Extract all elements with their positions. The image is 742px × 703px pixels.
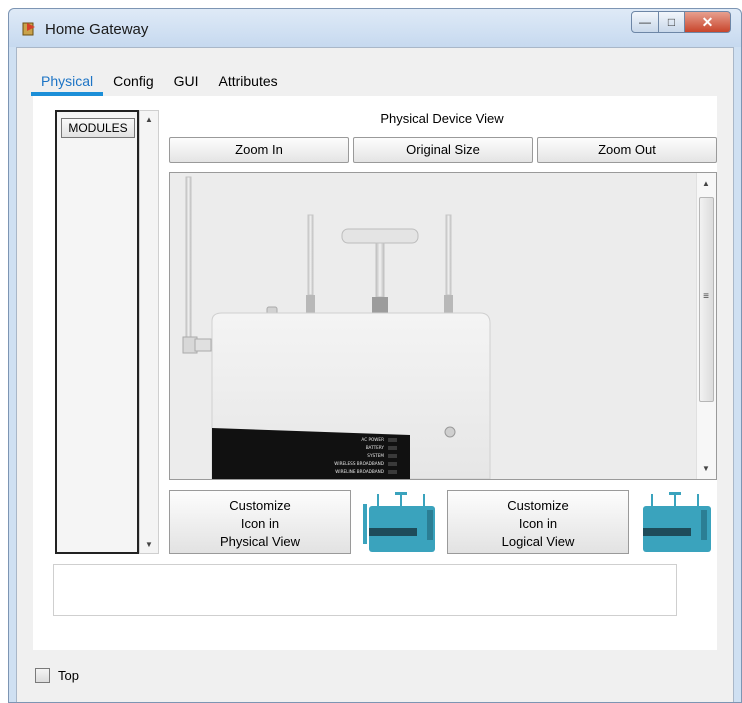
device-viewer[interactable]: AC POWER BATTERY SYSTEM WIRELESS BROADBA… [169, 172, 717, 480]
original-size-button[interactable]: Original Size [353, 137, 533, 163]
tab-gui[interactable]: GUI [164, 68, 209, 96]
physical-tab-panel: MODULES ▲ ▼ Physical Device View Zoom In… [33, 96, 717, 650]
device-label-wireless-broadband: WIRELESS BROADBAND [334, 461, 384, 466]
zoom-out-button[interactable]: Zoom Out [537, 137, 717, 163]
button-line: Physical View [220, 534, 300, 549]
app-icon [22, 22, 35, 36]
modules-list[interactable]: MODULES [55, 110, 139, 554]
device-label-system: SYSTEM [367, 453, 384, 458]
device-label-ac-power: AC POWER [361, 437, 384, 442]
button-line: Icon in [240, 516, 280, 531]
physical-device-view-title: Physical Device View [380, 111, 504, 126]
client-area: Physical Config GUI Attributes MODULES ▲… [16, 47, 734, 702]
top-checkbox-row[interactable]: Top [35, 668, 79, 683]
tab-config[interactable]: Config [103, 68, 163, 96]
device-label-battery: BATTERY [366, 445, 385, 450]
scroll-down-icon[interactable]: ▼ [140, 540, 158, 549]
top-checkbox-label: Top [58, 668, 79, 683]
zoom-in-button[interactable]: Zoom In [169, 137, 349, 163]
module-info-box [53, 564, 677, 616]
button-line: Icon in [518, 516, 558, 531]
button-line: Customize [229, 498, 291, 513]
window-title: Home Gateway [45, 21, 149, 38]
tab-physical[interactable]: Physical [31, 68, 104, 96]
button-line: Customize [507, 498, 569, 513]
device-label-wireline-broadband: WIRELINE BROADBAND [335, 469, 384, 474]
tab-bar: Physical Config GUI Attributes [31, 68, 288, 96]
logical-view-device-icon [643, 492, 711, 552]
maximize-button[interactable]: □ [659, 11, 685, 33]
close-button[interactable]: ✕ [685, 11, 731, 33]
modules-button[interactable]: MODULES [61, 118, 135, 138]
scroll-down-icon[interactable]: ▼ [697, 464, 715, 473]
viewer-vertical-scrollbar[interactable]: ▲ ≡ ▼ [696, 173, 716, 479]
modules-scrollbar[interactable]: ▲ ▼ [139, 110, 159, 554]
physical-view-device-icon [363, 492, 435, 552]
app-window: Home Gateway — □ ✕ Physical Config GUI A… [8, 8, 742, 703]
grip-icon: ≡ [703, 291, 709, 302]
tab-attributes[interactable]: Attributes [209, 68, 288, 96]
title-bar[interactable]: Home Gateway — □ ✕ [9, 9, 741, 47]
scroll-up-icon[interactable]: ▲ [697, 179, 715, 188]
button-line: Logical View [501, 534, 575, 549]
customize-physical-icon-button[interactable]: Customize Icon in Physical View [169, 490, 351, 554]
customize-logical-icon-button[interactable]: Customize Icon in Logical View [447, 490, 629, 554]
minimize-button[interactable]: — [631, 11, 659, 33]
home-gateway-device-image: AC POWER BATTERY SYSTEM WIRELESS BROADBA… [182, 176, 491, 479]
scroll-up-icon[interactable]: ▲ [140, 115, 158, 124]
top-checkbox[interactable] [35, 668, 50, 683]
